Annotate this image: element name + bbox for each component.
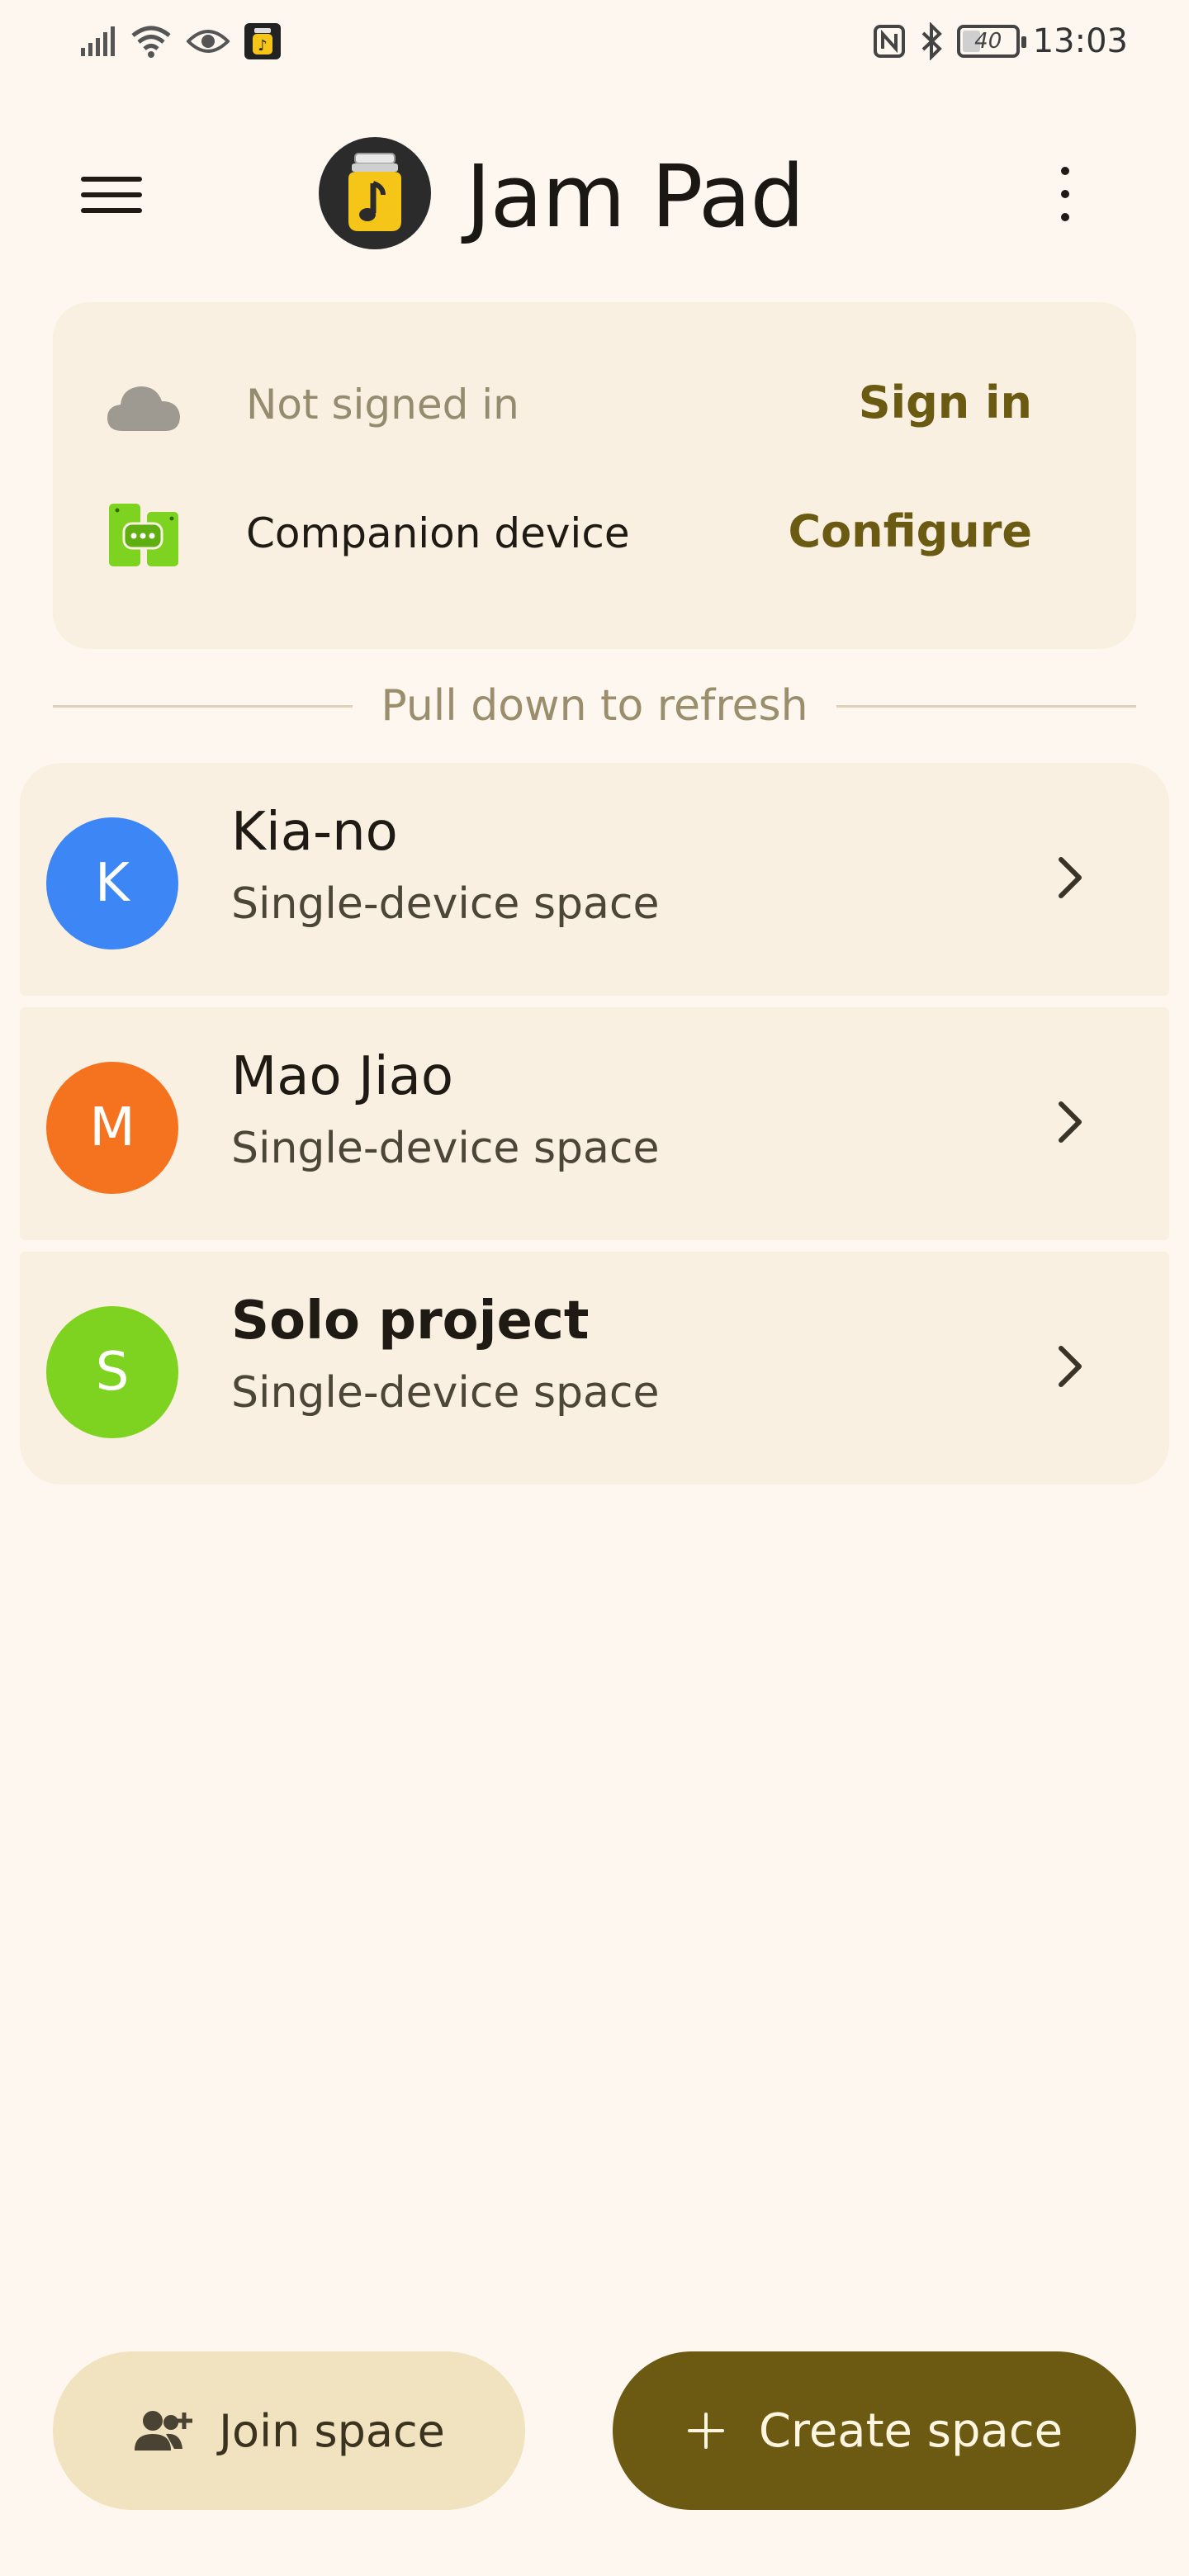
signal-icon (81, 26, 115, 56)
chevron-right-icon (1045, 849, 1095, 907)
status-bar-right: 40 13:03 (873, 21, 1128, 61)
sign-in-button[interactable]: Sign in (859, 375, 1032, 431)
menu-icon-bar (81, 208, 142, 213)
nfc-icon (873, 25, 905, 58)
space-name: Mao Jiao (231, 1046, 453, 1107)
battery-icon: 40 (956, 25, 1026, 58)
add-person-icon (135, 2411, 193, 2451)
menu-icon-bar (81, 192, 142, 197)
cloud-icon (106, 372, 182, 441)
jam-jar-logo-icon (319, 137, 431, 249)
sign-in-row: Not signed in Sign in (53, 355, 1136, 454)
space-name: Kia-no (231, 802, 398, 863)
divider-line (836, 704, 1136, 708)
menu-button[interactable] (68, 162, 159, 228)
more-vertical-icon-dot (1061, 190, 1069, 198)
companion-device-label: Companion device (246, 509, 630, 557)
top-app-bar: Jam Pad (0, 132, 1189, 256)
join-space-label: Join space (219, 2404, 445, 2457)
create-space-button[interactable]: Create space (613, 2351, 1136, 2510)
plus-icon (687, 2413, 724, 2449)
space-subtitle: Single-device space (231, 1124, 660, 1173)
more-vertical-icon-dot (1061, 167, 1069, 175)
more-vertical-icon-dot (1061, 213, 1069, 221)
space-item-mao-jiao[interactable]: M Mao Jiao Single-device space (20, 1007, 1169, 1240)
space-item-kia-no[interactable]: K Kia-no Single-device space (20, 763, 1169, 996)
companion-device-icon (106, 500, 182, 570)
avatar: M (46, 1062, 178, 1194)
space-item-solo-project[interactable]: S Solo project Single-device space (20, 1252, 1169, 1485)
space-name: Solo project (231, 1290, 590, 1352)
space-subtitle: Single-device space (231, 879, 660, 929)
pull-to-refresh-hint: Pull down to refresh (53, 677, 1136, 735)
eye-icon (187, 30, 230, 53)
status-bar: ♪ 40 13:03 (0, 0, 1189, 83)
clock: 13:03 (1032, 22, 1128, 60)
menu-icon-bar (81, 177, 142, 182)
wifi-icon (131, 26, 171, 58)
status-bar-left: ♪ (79, 21, 281, 61)
create-space-label: Create space (758, 2403, 1063, 2458)
divider-line (53, 704, 353, 708)
app-title: Jam Pad (466, 146, 805, 247)
account-card: Not signed in Sign in Companion device C… (53, 302, 1136, 649)
avatar: K (46, 817, 178, 949)
pull-to-refresh-text: Pull down to refresh (381, 681, 808, 731)
join-space-button[interactable]: Join space (53, 2351, 525, 2510)
battery-percent: 40 (974, 29, 1002, 54)
sign-in-status: Not signed in (246, 381, 519, 429)
bluetooth-icon (921, 22, 942, 60)
avatar: S (46, 1306, 178, 1438)
chevron-right-icon (1045, 1093, 1095, 1151)
space-subtitle: Single-device space (231, 1368, 660, 1418)
chevron-right-icon (1045, 1338, 1095, 1395)
more-options-button[interactable] (1040, 157, 1090, 231)
space-list: K Kia-no Single-device space M Mao Jiao … (20, 763, 1169, 1496)
svg-text:♪: ♪ (258, 37, 268, 54)
configure-button[interactable]: Configure (788, 504, 1032, 560)
companion-device-row: Companion device Configure (53, 484, 1136, 583)
jampad-notification-icon: ♪ (244, 23, 281, 59)
